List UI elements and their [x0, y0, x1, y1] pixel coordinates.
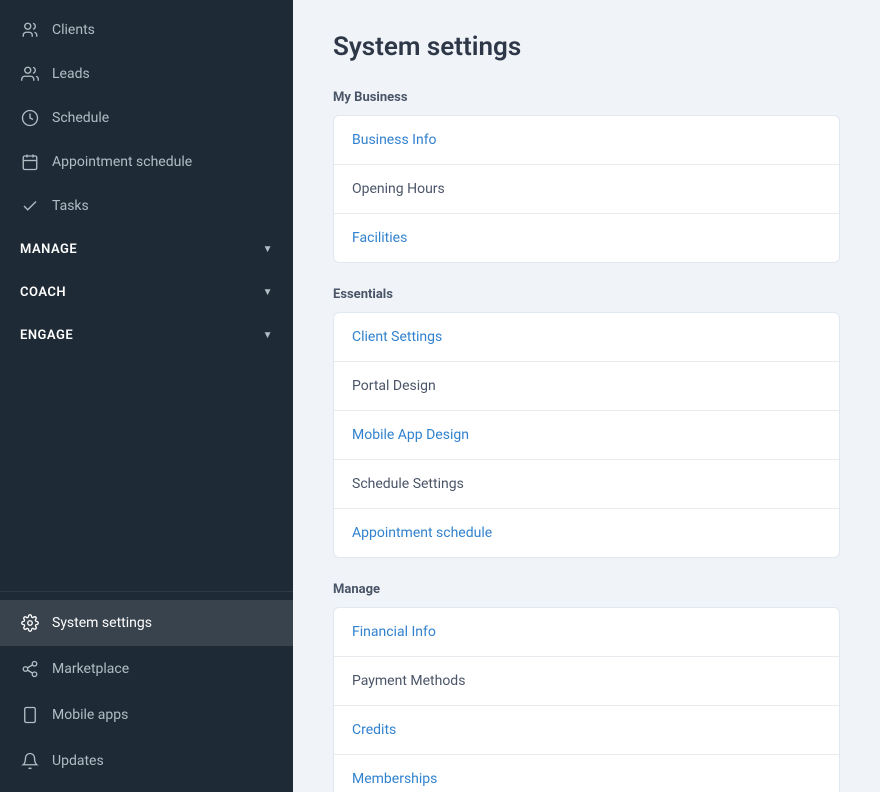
settings-item-mobile-app-design-label: Mobile App Design: [352, 427, 469, 443]
settings-item-appointment-schedule-label: Appointment schedule: [352, 525, 492, 541]
settings-item-portal-design[interactable]: Portal Design: [334, 362, 839, 411]
sidebar-nav: Clients Leads Schedule: [0, 0, 293, 591]
section-my-business: My Business Business Info Opening Hours …: [333, 90, 840, 263]
tasks-icon: [20, 196, 40, 216]
settings-item-schedule-settings[interactable]: Schedule Settings: [334, 460, 839, 509]
clients-icon: [20, 20, 40, 40]
sidebar-item-marketplace-label: Marketplace: [52, 661, 129, 677]
sidebar-bottom: System settings Marketplace Mobile apps: [0, 591, 293, 792]
settings-item-credits-label: Credits: [352, 722, 396, 738]
sidebar-item-schedule[interactable]: Schedule: [0, 96, 293, 140]
chevron-down-icon: ▼: [263, 287, 273, 298]
settings-item-schedule-settings-label: Schedule Settings: [352, 476, 464, 492]
settings-item-memberships[interactable]: Memberships: [334, 755, 839, 792]
chevron-down-icon: ▼: [263, 244, 273, 255]
sidebar-item-schedule-label: Schedule: [52, 110, 109, 126]
settings-card-essentials: Client Settings Portal Design Mobile App…: [333, 312, 840, 558]
sidebar-item-updates[interactable]: Updates: [0, 738, 293, 784]
settings-item-financial-info-label: Financial Info: [352, 624, 436, 640]
sidebar-section-manage[interactable]: MANAGE ▼: [0, 228, 293, 271]
settings-item-payment-methods[interactable]: Payment Methods: [334, 657, 839, 706]
appointment-icon: [20, 152, 40, 172]
settings-item-client-settings[interactable]: Client Settings: [334, 313, 839, 362]
sidebar-item-updates-label: Updates: [52, 753, 104, 769]
settings-item-business-info[interactable]: Business Info: [334, 116, 839, 165]
settings-card-manage: Financial Info Payment Methods Credits M…: [333, 607, 840, 792]
sidebar-item-mobile-apps[interactable]: Mobile apps: [0, 692, 293, 738]
gear-icon: [20, 613, 40, 633]
section-label-manage: Manage: [333, 582, 840, 597]
settings-item-client-settings-label: Client Settings: [352, 329, 442, 345]
chevron-down-icon: ▼: [263, 330, 273, 341]
sidebar-item-system-settings-label: System settings: [52, 615, 152, 631]
sidebar-item-clients[interactable]: Clients: [0, 8, 293, 52]
mobile-icon: [20, 705, 40, 725]
section-label-my-business: My Business: [333, 90, 840, 105]
leads-icon: [20, 64, 40, 84]
sidebar-item-leads[interactable]: Leads: [0, 52, 293, 96]
sidebar-section-manage-label: MANAGE: [20, 242, 77, 257]
settings-item-business-info-label: Business Info: [352, 132, 437, 148]
settings-item-facilities-label: Facilities: [352, 230, 407, 246]
sidebar-item-tasks[interactable]: Tasks: [0, 184, 293, 228]
settings-item-appointment-schedule[interactable]: Appointment schedule: [334, 509, 839, 557]
settings-item-portal-design-label: Portal Design: [352, 378, 436, 394]
schedule-icon: [20, 108, 40, 128]
sidebar-item-tasks-label: Tasks: [52, 198, 89, 214]
sidebar: Clients Leads Schedule: [0, 0, 293, 792]
sidebar-item-appointment-label: Appointment schedule: [52, 154, 192, 170]
sidebar-section-engage-label: ENGAGE: [20, 328, 73, 343]
sidebar-item-mobile-apps-label: Mobile apps: [52, 707, 128, 723]
settings-item-credits[interactable]: Credits: [334, 706, 839, 755]
share-icon: [20, 659, 40, 679]
settings-item-facilities[interactable]: Facilities: [334, 214, 839, 262]
sidebar-section-engage[interactable]: ENGAGE ▼: [0, 314, 293, 357]
section-label-essentials: Essentials: [333, 287, 840, 302]
settings-item-payment-methods-label: Payment Methods: [352, 673, 465, 689]
sidebar-section-coach-label: COACH: [20, 285, 66, 300]
settings-item-opening-hours-label: Opening Hours: [352, 181, 445, 197]
bell-icon: [20, 751, 40, 771]
page-title: System settings: [333, 32, 840, 62]
sidebar-item-clients-label: Clients: [52, 22, 95, 38]
settings-item-opening-hours[interactable]: Opening Hours: [334, 165, 839, 214]
sidebar-item-marketplace[interactable]: Marketplace: [0, 646, 293, 692]
sidebar-item-leads-label: Leads: [52, 66, 90, 82]
section-essentials: Essentials Client Settings Portal Design…: [333, 287, 840, 558]
main-content: System settings My Business Business Inf…: [293, 0, 880, 792]
settings-card-my-business: Business Info Opening Hours Facilities: [333, 115, 840, 263]
sidebar-item-appointment-schedule[interactable]: Appointment schedule: [0, 140, 293, 184]
settings-item-financial-info[interactable]: Financial Info: [334, 608, 839, 657]
section-manage: Manage Financial Info Payment Methods Cr…: [333, 582, 840, 792]
settings-item-mobile-app-design[interactable]: Mobile App Design: [334, 411, 839, 460]
settings-item-memberships-label: Memberships: [352, 771, 437, 787]
sidebar-section-coach[interactable]: COACH ▼: [0, 271, 293, 314]
sidebar-item-system-settings[interactable]: System settings: [0, 600, 293, 646]
